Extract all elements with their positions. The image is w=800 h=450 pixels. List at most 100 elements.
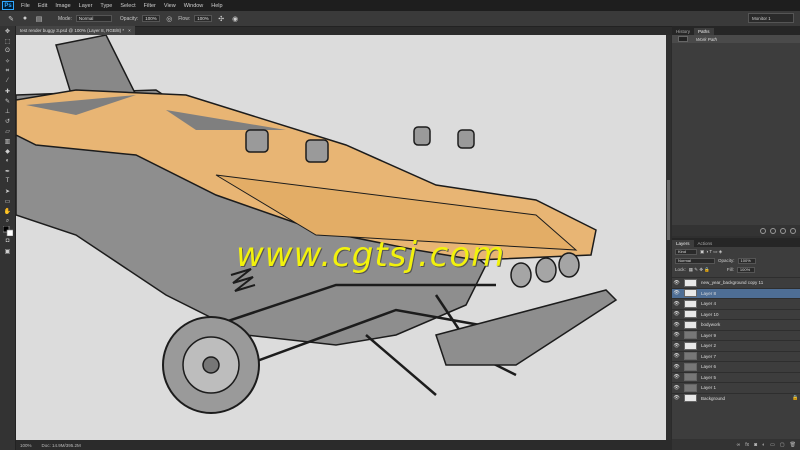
lock-icons[interactable]: ▦ ✎ ✥ 🔒 <box>689 267 710 273</box>
visibility-eye-icon[interactable]: 👁 <box>672 290 681 296</box>
layer-row[interactable]: 👁 Layer 9 <box>672 329 800 341</box>
layer-name: bodywork <box>701 322 721 328</box>
workspace-select[interactable]: Monitor 1 <box>748 13 794 23</box>
layer-row[interactable]: 👁 Layer 4 <box>672 298 800 309</box>
brush-tool-icon[interactable]: ✎ <box>0 96 15 106</box>
visibility-eye-icon[interactable]: 👁 <box>672 301 681 307</box>
visibility-eye-icon[interactable]: 👁 <box>672 280 681 286</box>
fill-field[interactable]: 100% <box>736 266 755 273</box>
layer-opacity-field[interactable]: 100% <box>737 257 756 264</box>
menu-image[interactable]: Image <box>51 3 74 9</box>
shape-tool-icon[interactable]: ▭ <box>0 196 15 206</box>
menu-window[interactable]: Window <box>180 3 208 9</box>
canvas[interactable]: www.cgtsj.com <box>16 35 666 440</box>
dodge-tool-icon[interactable]: ◐ <box>0 156 15 166</box>
visibility-eye-icon[interactable]: 👁 <box>672 395 681 401</box>
load-selection-icon[interactable] <box>780 227 786 234</box>
delete-layer-icon[interactable]: 🗑 <box>790 442 796 448</box>
flow-field[interactable]: 100% <box>194 15 213 22</box>
layer-row[interactable]: 👁 Layer 6 <box>672 361 800 372</box>
new-layer-icon[interactable]: ▢ <box>780 442 785 448</box>
fill-path-icon[interactable] <box>760 227 766 234</box>
layer-row[interactable]: 👁 bodywork <box>672 319 800 330</box>
eyedropper-tool-icon[interactable]: ⁄ <box>0 76 15 86</box>
zoom-tool-icon[interactable]: ⌕ <box>0 216 15 226</box>
screen-mode-icon[interactable]: ▣ <box>0 246 15 256</box>
color-swatch-icon[interactable] <box>0 226 15 236</box>
brush-panel-icon[interactable]: ▤ <box>34 14 44 24</box>
tab-history[interactable]: History <box>672 28 694 35</box>
stroke-path-icon[interactable] <box>770 227 776 234</box>
layer-filter-row: Kind ▣ ◑ T ▭ ◈ <box>672 247 800 256</box>
menu-type[interactable]: Type <box>96 3 116 9</box>
tab-layers[interactable]: Layers <box>672 240 694 247</box>
new-group-icon[interactable]: ▭ <box>770 442 775 448</box>
scrollbar-thumb[interactable] <box>667 180 670 240</box>
blur-tool-icon[interactable]: ◆ <box>0 146 15 156</box>
visibility-eye-icon[interactable]: 👁 <box>672 385 681 391</box>
adjustment-layer-icon[interactable]: ◐ <box>762 442 765 448</box>
tab-paths[interactable]: Paths <box>694 28 714 35</box>
close-tab-icon[interactable]: × <box>128 28 131 33</box>
blend-mode-select[interactable]: Normal <box>675 257 715 264</box>
menu-edit[interactable]: Edit <box>34 3 51 9</box>
layer-row[interactable]: 👁 Layer 1 <box>672 382 800 393</box>
menu-filter[interactable]: Filter <box>140 3 160 9</box>
add-mask-icon[interactable]: ◙ <box>754 442 757 448</box>
airbrush-icon[interactable]: ✣ <box>216 14 226 24</box>
visibility-eye-icon[interactable]: 👁 <box>672 311 681 317</box>
menu-help[interactable]: Help <box>207 3 226 9</box>
layer-row[interactable]: 👁 Layer 10 <box>672 308 800 320</box>
layer-style-icon[interactable]: fx <box>745 442 749 448</box>
pressure-size-icon[interactable]: ◉ <box>230 14 240 24</box>
path-thumbnail <box>678 36 688 42</box>
layer-row[interactable]: 👁 new_year_background copy 11 <box>672 277 800 288</box>
path-select-tool-icon[interactable]: ➤ <box>0 186 15 196</box>
pen-tool-icon[interactable]: ✒ <box>0 166 15 176</box>
visibility-eye-icon[interactable]: 👁 <box>672 332 681 338</box>
eraser-tool-icon[interactable]: ▱ <box>0 126 15 136</box>
paths-panel-footer <box>672 225 800 236</box>
filter-icons[interactable]: ▣ ◑ T ▭ ◈ <box>700 249 722 255</box>
zoom-level[interactable]: 100% <box>20 443 32 448</box>
layer-row[interactable]: 👁 Background 🔒 <box>672 392 800 404</box>
visibility-eye-icon[interactable]: 👁 <box>672 343 681 349</box>
pressure-opacity-icon[interactable]: ◎ <box>164 14 174 24</box>
visibility-eye-icon[interactable]: 👁 <box>672 374 681 380</box>
marquee-tool-icon[interactable]: ⬚ <box>0 36 15 46</box>
lock-label: Lock: <box>675 267 686 272</box>
menu-select[interactable]: Select <box>116 3 139 9</box>
quick-select-tool-icon[interactable]: ✧ <box>0 56 15 66</box>
move-tool-icon[interactable]: ✥ <box>0 26 15 36</box>
tab-actions[interactable]: Actions <box>694 240 717 247</box>
visibility-eye-icon[interactable]: 👁 <box>672 322 681 328</box>
visibility-eye-icon[interactable]: 👁 <box>672 353 681 359</box>
opacity-field[interactable]: 100% <box>142 15 161 22</box>
layer-row[interactable]: 👁 Layer 5 <box>672 371 800 383</box>
kind-filter-select[interactable]: Kind <box>675 248 697 255</box>
brush-tool-icon[interactable]: ✎ <box>6 14 16 24</box>
healing-tool-icon[interactable]: ✚ <box>0 86 15 96</box>
lasso-tool-icon[interactable]: ʘ <box>0 46 15 56</box>
document-tab[interactable]: test render buggy 3.psd @ 100% (Layer 8,… <box>16 26 135 35</box>
layer-row[interactable]: 👁 Layer 8 <box>672 287 800 298</box>
menu-file[interactable]: File <box>17 3 34 9</box>
quick-mask-icon[interactable]: ◘ <box>0 236 15 246</box>
menu-view[interactable]: View <box>160 3 180 9</box>
brush-preset-picker-icon[interactable]: ● <box>20 14 30 24</box>
work-path-row[interactable]: Work Path <box>672 35 800 43</box>
menu-layer[interactable]: Layer <box>75 3 97 9</box>
layer-row[interactable]: 👁 Layer 2 <box>672 340 800 351</box>
gradient-tool-icon[interactable]: ▥ <box>0 136 15 146</box>
new-path-icon[interactable] <box>790 227 796 234</box>
link-layers-icon[interactable]: ∞ <box>737 442 741 448</box>
layer-row[interactable]: 👁 Layer 7 <box>672 350 800 362</box>
type-tool-icon[interactable]: T <box>0 176 15 186</box>
hand-tool-icon[interactable]: ✋ <box>0 206 15 216</box>
fill-label: Fill: <box>726 267 734 272</box>
mode-select[interactable]: Normal <box>75 15 112 22</box>
clone-stamp-tool-icon[interactable]: ⊥ <box>0 106 15 116</box>
visibility-eye-icon[interactable]: 👁 <box>672 364 681 370</box>
history-brush-tool-icon[interactable]: ↺ <box>0 116 15 126</box>
crop-tool-icon[interactable]: ⌗ <box>0 66 15 76</box>
